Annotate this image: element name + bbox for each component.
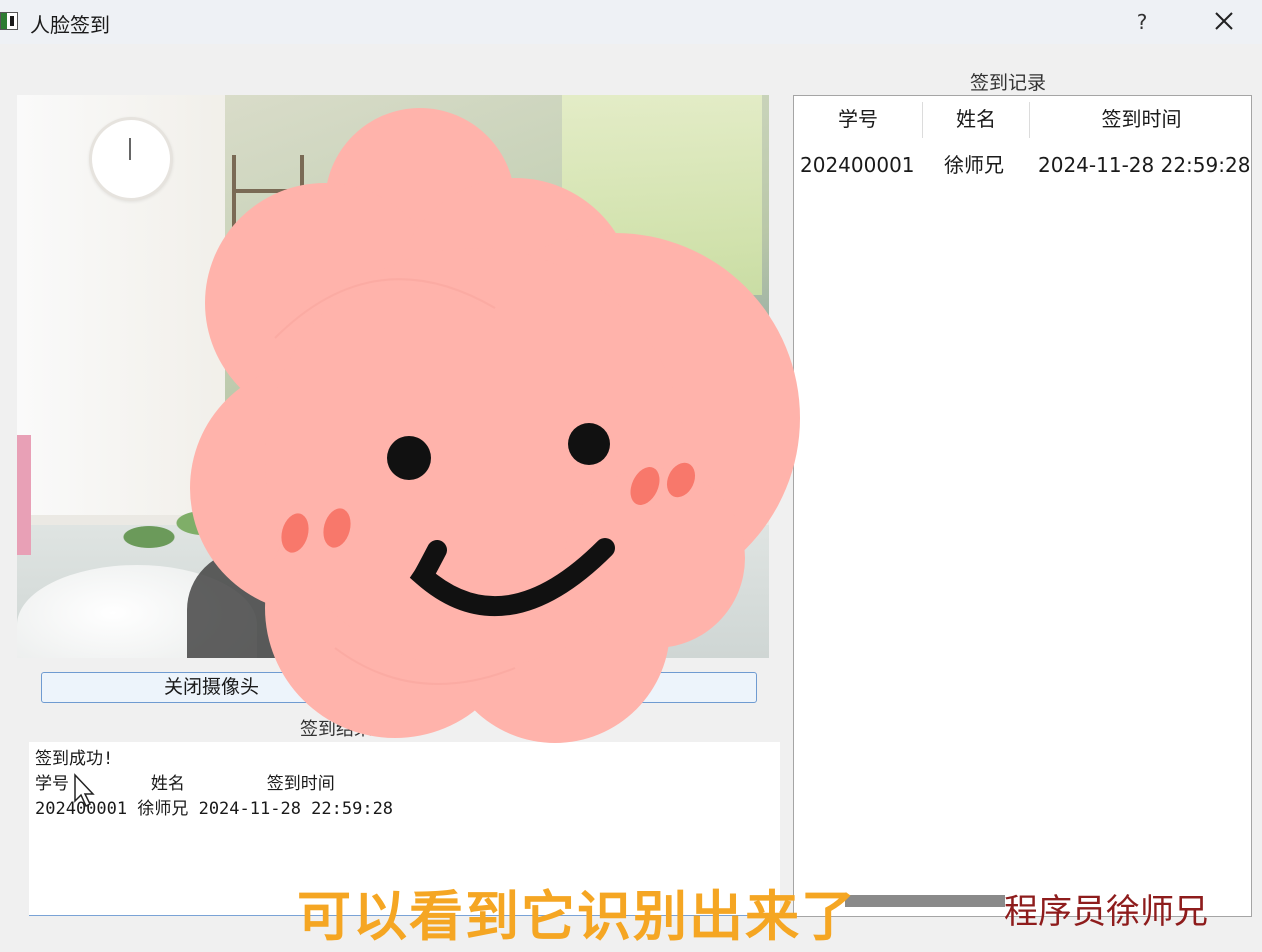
- help-button[interactable]: ?: [1128, 6, 1156, 38]
- column-header-time[interactable]: 签到时间: [1030, 96, 1251, 143]
- table-cell-name[interactable]: 徐师兄: [944, 143, 1004, 188]
- horizontal-scrollbar[interactable]: [845, 895, 1005, 907]
- records-table[interactable]: 学号 姓名 签到时间 202400001 徐师兄 2024-11-28 22:5…: [793, 95, 1252, 917]
- window-title: 人脸签到: [30, 13, 110, 37]
- close-camera-button[interactable]: 关闭摄像头: [41, 672, 757, 703]
- column-header-name[interactable]: 姓名: [923, 96, 1029, 143]
- video-subtitle: 可以看到它识别出来了: [297, 885, 857, 948]
- close-icon: [1215, 12, 1233, 30]
- mouse-cursor-icon: [74, 773, 95, 808]
- watermark: 程序员徐师兄: [1004, 892, 1208, 932]
- column-header-id[interactable]: 学号: [794, 96, 922, 143]
- camera-feed: [17, 95, 769, 658]
- face-checkin-window: 人脸签到 ? 关闭摄像头 签到结果 签到成功! 学号 姓名 签到时间 20240…: [0, 0, 1262, 952]
- wall-clock-image: [89, 117, 173, 201]
- close-button[interactable]: [1206, 6, 1242, 38]
- result-label: 签到结果: [300, 719, 372, 740]
- table-cell-time[interactable]: 2024-11-28 22:59:28: [1038, 143, 1250, 188]
- records-label: 签到记录: [970, 72, 1047, 94]
- app-icon: [0, 12, 18, 30]
- log-line: 签到成功!: [35, 749, 114, 769]
- title-bar: 人脸签到 ?: [0, 0, 1262, 44]
- table-header: 学号 姓名 签到时间: [794, 96, 1251, 143]
- table-cell-id[interactable]: 202400001: [800, 143, 915, 188]
